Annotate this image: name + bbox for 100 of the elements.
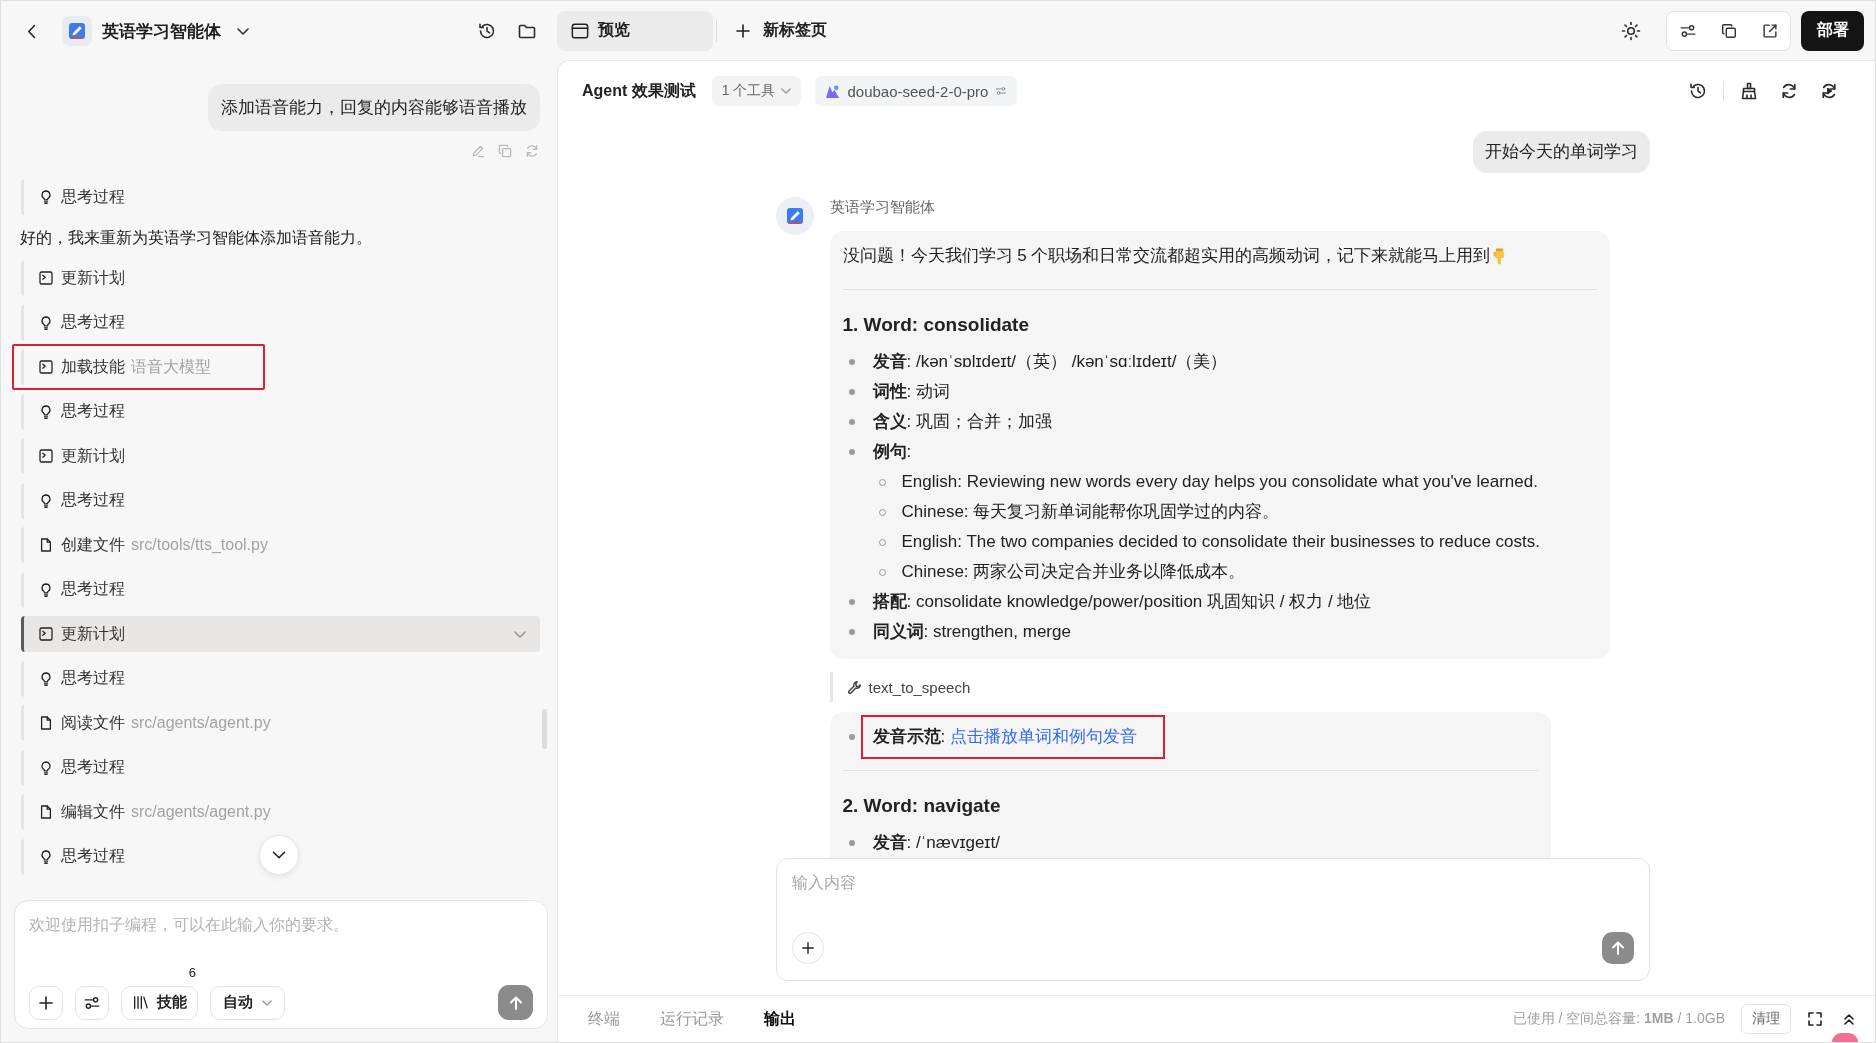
agent-avatar-icon xyxy=(775,197,814,235)
word-heading: 1. Word: consolidate xyxy=(842,313,1030,337)
add-button[interactable] xyxy=(29,985,63,1020)
bullet-icon xyxy=(848,449,855,455)
step-item[interactable]: 加载技能 语音大模型 xyxy=(21,349,225,385)
lightbulb-icon xyxy=(38,581,54,598)
document-icon xyxy=(38,715,54,731)
play-link[interactable]: 点击播放单词和例句发音 xyxy=(949,727,1137,746)
step-item[interactable]: 编辑文件 src/agents/agent.py xyxy=(21,794,285,830)
agent-title: 英语学习智能体 xyxy=(102,20,221,43)
model-selector[interactable]: doubao-seed-2-0-pro xyxy=(815,76,1018,106)
bullet-text: 发音: /kənˈsɒlɪdeɪt/（英） /kənˈsɑːlɪdeɪt/（美） xyxy=(872,351,1228,373)
pointing-hand-icon xyxy=(1493,247,1507,265)
step-item[interactable]: 更新计划 xyxy=(21,616,540,652)
lightbulb-icon xyxy=(38,189,54,205)
plus-icon xyxy=(38,994,54,1011)
add-button[interactable] xyxy=(791,932,824,964)
user-message: 开始今天的单词学习 xyxy=(1472,131,1650,173)
reply-text: 好的，我来重新为英语学习智能体添加语音能力。 xyxy=(20,227,372,248)
terminal-icon xyxy=(38,359,54,375)
new-tab-button[interactable]: 新标签页 xyxy=(731,12,831,49)
plus-icon xyxy=(800,941,815,955)
mode-dropdown[interactable]: 自动 xyxy=(210,985,285,1020)
copy-icon[interactable] xyxy=(1719,21,1738,40)
message-input-field[interactable]: 输入内容 xyxy=(791,873,1634,932)
chevron-down-icon xyxy=(781,88,792,94)
step-item[interactable]: 思考过程 xyxy=(21,749,139,786)
chevron-left-icon[interactable] xyxy=(27,23,36,39)
storage-usage-text: 已使用 / 空间总容量: 1MB / 1.0GB xyxy=(1512,1010,1725,1028)
send-button[interactable] xyxy=(1601,932,1634,964)
scrollbar-thumb[interactable] xyxy=(542,709,547,749)
broom-icon[interactable] xyxy=(1739,81,1759,101)
bullet-text: 同义词: strengthen, merge xyxy=(872,621,1071,643)
chevron-down-icon[interactable] xyxy=(237,27,249,35)
terminal-icon xyxy=(38,270,54,286)
lightbulb-icon xyxy=(38,403,54,420)
bullet-icon xyxy=(848,599,855,605)
terminal-icon xyxy=(38,448,54,464)
model-logo-icon xyxy=(825,83,841,99)
arrow-up-icon xyxy=(1609,940,1626,956)
tab[interactable]: 输出 xyxy=(744,996,816,1042)
step-item[interactable]: 更新计划 xyxy=(21,260,139,296)
restart-icon[interactable] xyxy=(1819,81,1839,101)
intro-text: 没问题！今天我们学习 5 个职场和日常交流都超实用的高频动词，记下来就能马上用到 xyxy=(842,245,1491,267)
bullet-icon xyxy=(848,389,855,395)
terminal-icon xyxy=(38,626,54,642)
history-icon[interactable] xyxy=(1688,81,1708,101)
refresh-icon[interactable] xyxy=(1779,81,1799,101)
bullet-text: 词性: 动词 xyxy=(872,381,950,403)
bullet-text: 例句: xyxy=(872,441,912,463)
skills-button[interactable]: 技能 xyxy=(121,985,198,1020)
plus-icon xyxy=(735,22,751,39)
step-item[interactable]: 思考过程 xyxy=(21,660,139,697)
word-heading: 2. Word: navigate xyxy=(842,794,1002,818)
sun-icon[interactable] xyxy=(1621,20,1641,41)
arrow-up-icon xyxy=(507,994,524,1011)
chevron-down-icon xyxy=(514,630,526,638)
step-item[interactable]: 思考过程 xyxy=(21,179,139,215)
chevron-down-icon xyxy=(262,999,272,1006)
step-item[interactable]: 思考过程 xyxy=(21,393,139,430)
document-icon xyxy=(38,804,54,820)
bullet-text: 发音: /ˈnævɪɡeɪt/ xyxy=(872,832,1000,854)
message-input-box[interactable]: 输入内容 xyxy=(775,858,1650,981)
tools-dropdown[interactable]: 1 个工具 xyxy=(711,76,802,106)
bullet-icon xyxy=(848,734,855,740)
skill-count: 6 xyxy=(188,964,196,981)
app-logo-icon xyxy=(62,16,92,46)
browser-window-icon xyxy=(571,21,589,40)
settings-button[interactable] xyxy=(75,985,109,1020)
user-message: 添加语音能力，回复的内容能够语音播放 xyxy=(208,84,540,131)
step-item[interactable]: 创建文件 src/tools/tts_tool.py xyxy=(21,527,282,563)
lightbulb-icon xyxy=(38,848,54,865)
prompt-input-box[interactable]: 欢迎使用扣子编程，可以在此输入你的要求。 技能 6 自动 xyxy=(14,900,548,1029)
lightbulb-icon xyxy=(38,670,54,687)
preview-title: Agent 效果测试 xyxy=(582,80,696,101)
step-item[interactable]: 思考过程 xyxy=(21,838,139,875)
step-item[interactable]: 更新计划 xyxy=(21,438,139,474)
bullet-text: 发音示范: 点击播放单词和例句发音 xyxy=(872,726,1137,748)
bullet-icon xyxy=(848,419,855,425)
document-icon xyxy=(38,537,54,553)
send-button[interactable] xyxy=(498,985,533,1020)
step-item[interactable]: 思考过程 xyxy=(21,304,139,341)
sliders-icon xyxy=(995,85,1008,97)
step-item[interactable]: 思考过程 xyxy=(21,482,139,519)
agent-name: 英语学习智能体 xyxy=(829,197,935,217)
clear-button[interactable]: 清理 xyxy=(1741,1004,1791,1034)
bullet-icon xyxy=(848,629,855,635)
fullscreen-icon[interactable] xyxy=(1807,1011,1823,1027)
history-icon[interactable] xyxy=(477,21,497,41)
books-icon xyxy=(132,995,149,1010)
step-item[interactable]: 思考过程 xyxy=(21,571,139,608)
deploy-button[interactable]: 部署 xyxy=(1801,10,1864,51)
chevron-down-icon xyxy=(272,851,286,859)
double-chevron-up-icon[interactable] xyxy=(1843,1012,1855,1026)
bullet-text: Chinese: 每天复习新单词能帮你巩固学过的内容。 xyxy=(901,501,1280,523)
step-item[interactable]: 阅读文件 src/agents/agent.py xyxy=(21,705,285,741)
external-link-icon[interactable] xyxy=(1760,21,1779,40)
tab[interactable]: 预览 xyxy=(557,10,713,51)
semicircle-icon[interactable] xyxy=(1832,1033,1858,1042)
tool-call-item[interactable]: text_to_speech xyxy=(829,672,975,702)
